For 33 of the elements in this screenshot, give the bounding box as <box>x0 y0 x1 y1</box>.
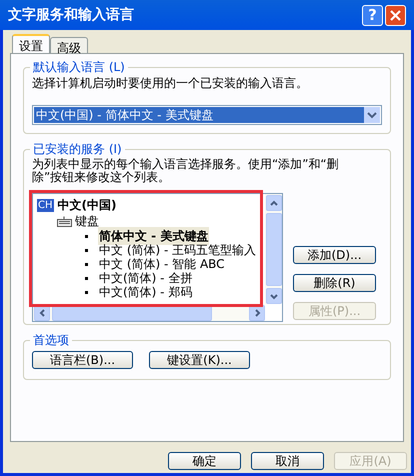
close-button[interactable] <box>385 4 406 26</box>
bullet-icon <box>85 276 88 280</box>
tree-item[interactable]: 中文(中国) <box>58 196 116 214</box>
dialog-button[interactable]: 添加(D)... <box>293 246 376 264</box>
language-dropdown[interactable]: 中文(中国) - 简体中文 - 美式键盘 <box>32 105 382 125</box>
dialog-button[interactable]: 语言栏(B)... <box>32 351 133 369</box>
chevron-down-icon <box>364 107 380 123</box>
bullet-icon <box>85 234 88 238</box>
keyboard-icon <box>57 216 72 226</box>
dialog-button[interactable]: 取消 <box>251 452 324 470</box>
bullet-icon <box>85 290 88 294</box>
tab[interactable]: 设置 <box>12 34 50 53</box>
group-title: 已安装的服务 (I) <box>32 141 123 158</box>
language-badge: CH <box>37 198 54 212</box>
dialog-button[interactable]: 键设置(K)... <box>149 351 250 369</box>
tab[interactable]: 高级 <box>50 37 88 53</box>
window-title: 文字服务和输入语言 <box>8 6 135 24</box>
scrollbar-thumb[interactable] <box>266 212 282 286</box>
scroll-arrow-button[interactable] <box>266 288 282 304</box>
close-icon <box>390 10 401 20</box>
group-title: 首选项 <box>32 332 70 349</box>
scroll-arrow-button[interactable] <box>266 194 282 210</box>
bullet-icon <box>85 262 88 266</box>
dialog-button[interactable]: 确定 <box>168 452 241 470</box>
group-title: 默认输入语言 (L) <box>32 59 126 76</box>
help-button[interactable]: ? <box>362 4 383 26</box>
tree-item[interactable]: 键盘 <box>75 212 99 230</box>
vertical-scrollbar[interactable] <box>265 194 282 304</box>
description-text: 选择计算机启动时要使用的一个已安装的输入语言。 <box>32 76 309 91</box>
dialog-button[interactable]: 删除(R) <box>293 274 376 292</box>
description-text: 为列表中显示的每个输入语言选择服务。使用“添加”和“删除”按钮来修改这个列表。 <box>32 158 340 184</box>
bullet-icon <box>85 248 88 252</box>
tree-item[interactable]: 简体中文 - 美式键盘 <box>98 227 210 245</box>
